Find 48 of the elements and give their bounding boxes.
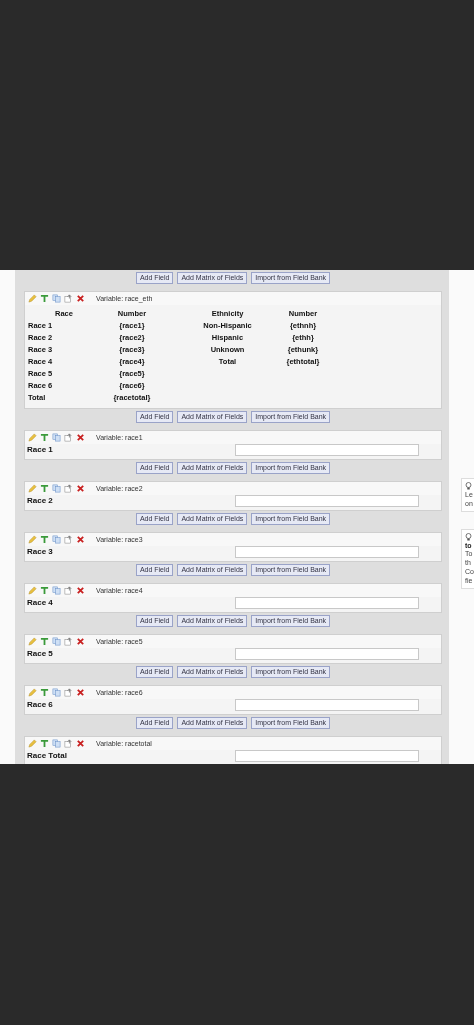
pencil-icon[interactable] [28,294,37,303]
field-label: Race 6 [27,700,53,709]
copy-icon[interactable] [52,739,61,748]
delete-icon[interactable] [76,586,85,595]
pencil-icon[interactable] [28,637,37,646]
move-icon[interactable] [64,637,73,646]
copy-icon[interactable] [52,294,61,303]
move-icon[interactable] [64,688,73,697]
move-icon[interactable] [64,294,73,303]
copy-icon[interactable] [52,484,61,493]
pencil-icon[interactable] [28,433,37,442]
delete-icon[interactable] [76,294,85,303]
copy-icon[interactable] [52,586,61,595]
pencil-icon[interactable] [28,535,37,544]
delete-icon[interactable] [76,739,85,748]
field-label: Race 1 [27,445,53,454]
delete-icon[interactable] [76,433,85,442]
pencil-icon[interactable] [28,586,37,595]
text-input[interactable] [235,699,419,711]
field-label: Race 5 [27,649,53,658]
pencil-icon[interactable] [28,484,37,493]
field-label: Race 2 [27,496,53,505]
text-input[interactable] [235,648,419,660]
copy-icon[interactable] [52,637,61,646]
lightbulb-icon [465,482,472,490]
move-icon[interactable] [64,433,73,442]
copy-icon[interactable] [52,433,61,442]
copy-icon[interactable] [52,535,61,544]
text-input[interactable] [235,597,419,609]
text-input[interactable] [235,495,419,507]
field-label: Race 3 [27,547,53,556]
field-label: Race Total [27,751,67,760]
delete-icon[interactable] [76,688,85,697]
text-input[interactable] [235,546,419,558]
text-input[interactable] [235,444,419,456]
delete-icon[interactable] [76,637,85,646]
text-input[interactable] [235,750,419,762]
move-icon[interactable] [64,535,73,544]
move-icon[interactable] [64,484,73,493]
field-label: Race 4 [27,598,53,607]
delete-icon[interactable] [76,484,85,493]
pencil-icon[interactable] [28,739,37,748]
lightbulb-icon [465,533,472,541]
delete-icon[interactable] [76,535,85,544]
pencil-icon[interactable] [28,688,37,697]
copy-icon[interactable] [52,688,61,697]
move-icon[interactable] [64,586,73,595]
move-icon[interactable] [64,739,73,748]
